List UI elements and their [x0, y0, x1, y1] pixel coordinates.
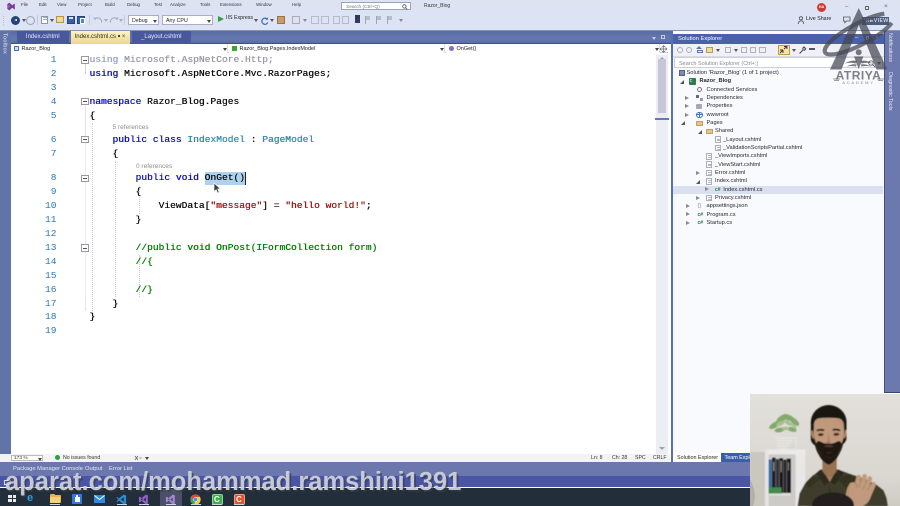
svg-text:ACADEMY: ACADEMY: [842, 80, 874, 85]
